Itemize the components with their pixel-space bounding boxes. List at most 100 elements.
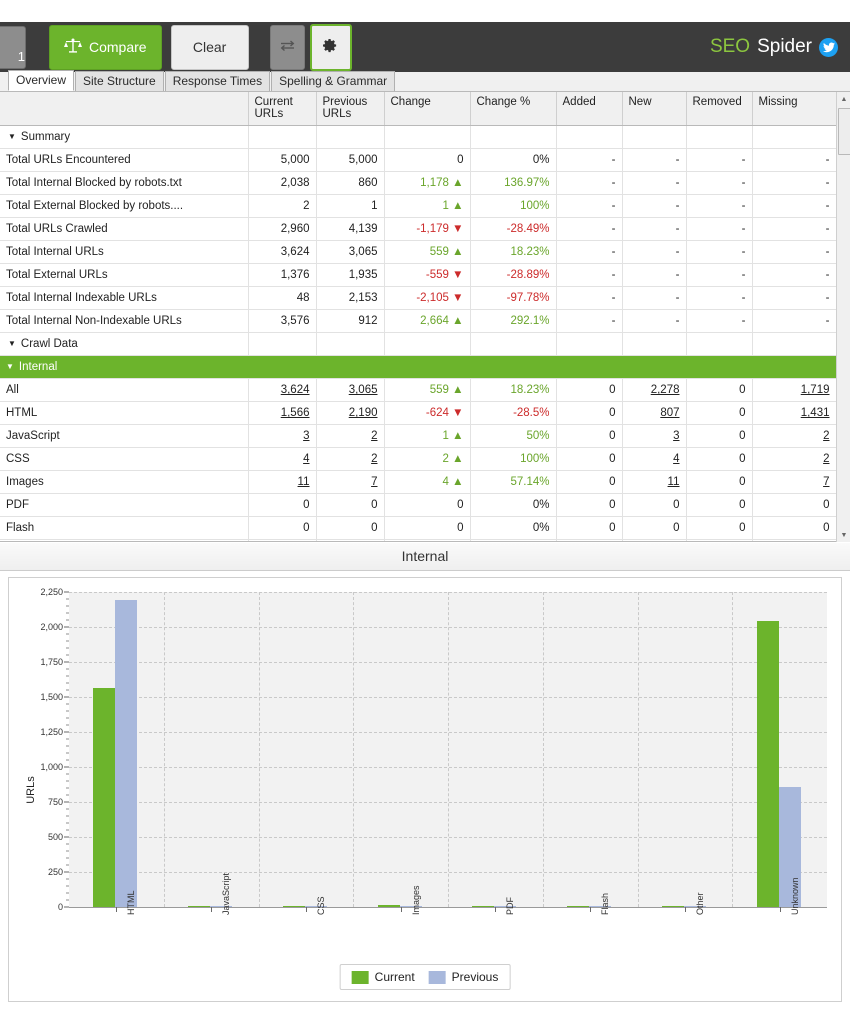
cell-missing[interactable]: 7 — [752, 470, 837, 494]
cell-missing[interactable]: 2 — [752, 447, 837, 471]
compare-settings-button[interactable] — [309, 23, 352, 71]
table-row[interactable]: JavaScript 3 2 1 ▲ 50% 0 3 0 2 — [0, 424, 837, 448]
cell-current-urls[interactable]: 2 — [248, 539, 317, 541]
table-row[interactable]: Flash 0 0 0 0% 0 0 0 0 — [0, 516, 837, 540]
cell-previous-urls[interactable]: 3,065 — [316, 378, 385, 402]
table-row[interactable]: Other24-2 ▼-50%0204 — [0, 539, 837, 541]
group-empty-cell — [384, 125, 471, 149]
tab-response-times[interactable]: Response Times — [164, 71, 271, 91]
table-row[interactable]: Total URLs Encountered 5,000 5,000 0 0% - - - - — [0, 148, 837, 172]
group-empty-cell — [556, 332, 623, 356]
cell-missing[interactable]: 1,431 — [752, 401, 837, 425]
cell-added: 0 — [556, 424, 623, 448]
col-header-added[interactable]: Added — [556, 92, 623, 126]
cell-new[interactable]: 11 — [622, 470, 687, 494]
scroll-up-arrow-icon[interactable]: ▲ — [837, 92, 850, 106]
clear-button[interactable]: Clear — [170, 24, 249, 70]
cell-current-urls[interactable]: 1,566 — [248, 401, 317, 425]
swap-crawls-button[interactable] — [269, 24, 305, 70]
cell-missing[interactable]: 4 — [752, 539, 837, 541]
scrollbar-thumb[interactable] — [838, 108, 850, 155]
tab-spelling-grammar[interactable]: Spelling & Grammar — [271, 71, 396, 91]
legend-item-previous[interactable]: Previous — [428, 970, 498, 984]
table-row[interactable]: HTML 1,566 2,190 -624 ▼ -28.5% 0 807 0 1,431 — [0, 401, 837, 425]
cell-previous-urls[interactable]: 4 — [316, 539, 385, 541]
cell-current-urls[interactable]: 11 — [248, 470, 317, 494]
cell-added: - — [556, 263, 623, 287]
legend-item-current[interactable]: Current — [351, 970, 415, 984]
table-vertical-scrollbar[interactable]: ▲ ▼ — [836, 92, 850, 542]
cell-current-urls[interactable]: 3 — [248, 424, 317, 448]
cell-previous-urls[interactable]: 7 — [316, 470, 385, 494]
chart-bar-current[interactable] — [567, 906, 590, 907]
table-row[interactable]: Total External Blocked by robots.... 2 1 1 … — [0, 194, 837, 218]
row-label: HTML — [0, 401, 249, 425]
chart-bar-previous[interactable] — [115, 600, 138, 907]
chart-bar-current[interactable] — [93, 687, 116, 907]
table-group-row-crawl-data[interactable]: ▼ Crawl Data — [0, 332, 837, 356]
table-row[interactable]: Total Internal URLs 3,624 3,065 559 ▲ 18.23%… — [0, 240, 837, 264]
chart-y-minor-tick — [66, 619, 69, 621]
cell-new[interactable]: 2,278 — [622, 378, 687, 402]
cell-new[interactable]: 4 — [622, 447, 687, 471]
col-header-missing[interactable]: Missing — [752, 92, 837, 126]
chart-y-tick-mark — [64, 871, 69, 873]
col-header-change[interactable]: Change — [384, 92, 471, 126]
cell-change: 1,178 ▲ — [384, 171, 471, 195]
chart-bar-current[interactable] — [472, 906, 495, 907]
cell-current-urls[interactable]: 4 — [248, 447, 317, 471]
crawl-tab-button[interactable]: 1 — [0, 25, 26, 69]
chart-bar-current[interactable] — [756, 621, 779, 907]
expand-caret-icon[interactable]: ▼ — [8, 339, 16, 348]
cell-current-urls[interactable]: 3,624 — [248, 378, 317, 402]
group-empty-cell — [752, 355, 837, 379]
col-header-change-pct[interactable]: Change % — [470, 92, 557, 126]
col-header-removed[interactable]: Removed — [686, 92, 753, 126]
col-header-previous-urls[interactable]: Previous URLs — [316, 92, 385, 126]
chart-bar-current[interactable] — [377, 905, 400, 907]
group-empty-cell — [622, 355, 687, 379]
chart-y-minor-tick — [66, 787, 69, 789]
cell-change-percent: 18.23% — [470, 240, 557, 264]
chart-x-tick-label: Images — [410, 885, 421, 915]
table-row[interactable]: Total External URLs 1,376 1,935 -559 ▼ -28.8… — [0, 263, 837, 287]
chart-bar-current[interactable] — [661, 905, 684, 907]
twitter-bird-icon[interactable] — [819, 37, 838, 57]
table-row[interactable]: All 3,624 3,065 559 ▲ 18.23% 0 2,278 0 1,719 — [0, 378, 837, 402]
group-empty-cell — [316, 125, 385, 149]
col-header-new[interactable]: New — [622, 92, 687, 126]
table-row[interactable]: PDF 0 0 0 0% 0 0 0 0 — [0, 493, 837, 517]
cell-added: - — [556, 171, 623, 195]
group-empty-cell — [384, 355, 471, 379]
scroll-down-arrow-icon[interactable]: ▼ — [837, 528, 850, 542]
compare-button[interactable]: Compare — [49, 24, 162, 70]
cell-previous-urls[interactable]: 2,190 — [316, 401, 385, 425]
cell-new[interactable]: 2 — [622, 539, 687, 541]
cell-previous-urls[interactable]: 2 — [316, 447, 385, 471]
col-header-name[interactable] — [0, 92, 249, 126]
table-row[interactable]: Total Internal Blocked by robots.txt 2,03… — [0, 171, 837, 195]
table-row[interactable]: Total URLs Crawled 2,960 4,139 -1,179 ▼ -28.… — [0, 217, 837, 241]
expand-caret-icon[interactable]: ▼ — [8, 132, 16, 141]
expand-caret-icon[interactable]: ▼ — [6, 362, 14, 371]
cell-previous-urls[interactable]: 2 — [316, 424, 385, 448]
chart-bar-current[interactable] — [282, 905, 305, 907]
cell-change-percent: 57.14% — [470, 470, 557, 494]
row-label: CSS — [0, 447, 249, 471]
col-header-current-urls[interactable]: Current URLs — [248, 92, 317, 126]
group-label: ▼ Internal — [0, 355, 249, 379]
table-group-row-summary[interactable]: ▼ Summary — [0, 125, 837, 149]
table-row[interactable]: Total Internal Indexable URLs 48 2,153 -2,1… — [0, 286, 837, 310]
tab-site-structure[interactable]: Site Structure — [75, 71, 164, 91]
chart-bar-current[interactable] — [188, 905, 211, 907]
cell-new[interactable]: 3 — [622, 424, 687, 448]
cell-new[interactable]: 807 — [622, 401, 687, 425]
table-row[interactable]: CSS 4 2 2 ▲ 100% 0 4 0 2 — [0, 447, 837, 471]
cell-missing[interactable]: 1,719 — [752, 378, 837, 402]
table-row[interactable]: Images 11 7 4 ▲ 57.14% 0 11 0 7 — [0, 470, 837, 494]
cell-missing[interactable]: 2 — [752, 424, 837, 448]
tab-overview[interactable]: Overview — [8, 70, 75, 91]
chart-vertical-gridline — [732, 592, 734, 907]
table-row[interactable]: Total Internal Non-Indexable URLs 3,576 91… — [0, 309, 837, 333]
table-group-row-internal[interactable]: ▼ Internal — [0, 355, 837, 379]
